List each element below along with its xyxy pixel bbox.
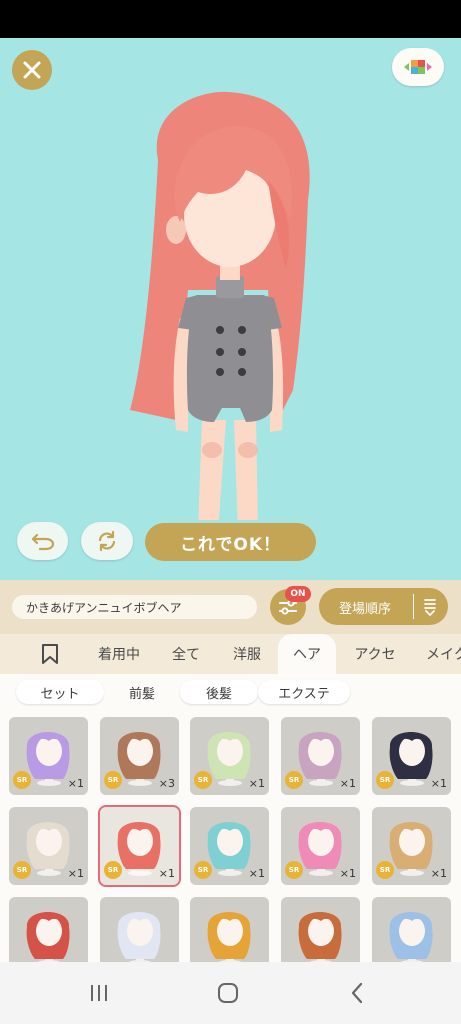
hair-item-card[interactable] bbox=[190, 897, 269, 962]
item-quantity: ×1 bbox=[67, 777, 84, 790]
item-quantity: ×3 bbox=[158, 777, 175, 790]
back-button[interactable] bbox=[342, 980, 372, 1006]
rarity-badge: SR bbox=[194, 861, 212, 879]
hair-item-card[interactable]: SR ×1 bbox=[372, 717, 451, 795]
close-button[interactable] bbox=[12, 50, 52, 90]
avatar-character bbox=[130, 91, 310, 520]
hair-item-card[interactable]: SR ×1 bbox=[372, 807, 451, 885]
hair-item-card[interactable]: SR ×1 bbox=[190, 807, 269, 885]
tab-wearing[interactable]: 着用中 bbox=[90, 634, 148, 674]
refresh-icon bbox=[98, 530, 116, 552]
hair-item-card[interactable]: SR ×1 bbox=[98, 805, 181, 887]
undo-icon bbox=[31, 533, 54, 551]
hair-item-card[interactable]: SR ×1 bbox=[9, 807, 88, 885]
android-nav-bar bbox=[0, 962, 461, 1024]
home-icon bbox=[218, 983, 238, 1003]
sort-label: 登場順序 bbox=[339, 602, 392, 617]
sort-order-button[interactable]: 登場順序 bbox=[319, 588, 448, 625]
hair-item-thumbnail bbox=[389, 912, 433, 962]
subtab-extensions[interactable]: エクステ bbox=[258, 680, 350, 704]
close-icon bbox=[23, 61, 41, 79]
hair-item-card[interactable]: SR ×3 bbox=[100, 717, 179, 795]
tab-accessories[interactable]: アクセ bbox=[344, 634, 406, 674]
hair-item-thumbnail bbox=[207, 912, 251, 962]
item-quantity: ×1 bbox=[430, 867, 447, 880]
hair-item-card[interactable] bbox=[372, 897, 451, 962]
back-icon bbox=[351, 982, 363, 1004]
hair-item-card[interactable]: SR ×1 bbox=[9, 717, 88, 795]
tab-makeup-label: メイク bbox=[426, 647, 461, 663]
tab-makeup[interactable]: メイク bbox=[414, 634, 461, 674]
category-tabs: 着用中 全て 洋服 ヘア アクセ メイク bbox=[0, 634, 461, 674]
item-quantity: ×1 bbox=[339, 777, 356, 790]
subtab-bangs[interactable]: 前髪 bbox=[104, 680, 180, 704]
rarity-badge: SR bbox=[104, 861, 122, 879]
tab-hair[interactable]: ヘア bbox=[278, 634, 336, 674]
item-quantity: ×1 bbox=[158, 867, 175, 880]
tab-bookmark[interactable] bbox=[30, 634, 70, 674]
item-name-field: かきあげアンニュイボブヘア bbox=[12, 595, 257, 619]
item-quantity: ×1 bbox=[339, 867, 356, 880]
palette-icon bbox=[404, 60, 432, 74]
status-bar bbox=[0, 0, 461, 38]
item-quantity: ×1 bbox=[248, 777, 265, 790]
tab-clothes[interactable]: 洋服 bbox=[222, 634, 272, 674]
color-palette-button[interactable] bbox=[392, 48, 444, 86]
hair-item-card[interactable]: SR ×1 bbox=[281, 717, 360, 795]
home-button[interactable] bbox=[213, 980, 243, 1006]
rarity-badge: SR bbox=[285, 861, 303, 879]
hair-item-card[interactable] bbox=[281, 897, 360, 962]
rarity-badge: SR bbox=[285, 771, 303, 789]
subtab-set[interactable]: セット bbox=[16, 680, 104, 704]
rarity-badge: SR bbox=[13, 771, 31, 789]
item-grid: SR ×1 SR ×3 SR ×1 SR ×1 SR ×1 SR ×1 SR ×1 SR ×1 SR ×1 SR ×1 bbox=[0, 710, 461, 962]
hair-item-thumbnail bbox=[117, 912, 161, 962]
item-quantity: ×1 bbox=[67, 867, 84, 880]
hair-item-card[interactable] bbox=[100, 897, 179, 962]
undo-button[interactable] bbox=[17, 522, 68, 560]
rarity-badge: SR bbox=[13, 861, 31, 879]
hair-subtabs: セット 前髪 後髪 エクステ bbox=[0, 674, 461, 710]
item-quantity: ×1 bbox=[248, 867, 265, 880]
avatar-stage: これでOK！ bbox=[0, 38, 461, 580]
confirm-ok-button[interactable]: これでOK！ bbox=[145, 523, 316, 561]
rarity-badge: SR bbox=[376, 861, 394, 879]
rarity-badge: SR bbox=[104, 771, 122, 789]
item-quantity: ×1 bbox=[430, 777, 447, 790]
recent-apps-icon bbox=[91, 985, 107, 1001]
subtab-back-hair[interactable]: 後髪 bbox=[180, 680, 258, 704]
hair-item-card[interactable] bbox=[9, 897, 88, 962]
recent-apps-button[interactable] bbox=[84, 980, 114, 1006]
sort-divider bbox=[413, 594, 414, 619]
sort-direction-icon bbox=[424, 599, 436, 616]
hair-item-card[interactable]: SR ×1 bbox=[281, 807, 360, 885]
bookmark-icon bbox=[42, 644, 58, 664]
filter-bar: かきあげアンニュイボブヘア ON 登場順序 bbox=[0, 580, 461, 634]
refresh-button[interactable] bbox=[81, 522, 133, 560]
filter-on-badge: ON bbox=[285, 586, 311, 602]
rarity-badge: SR bbox=[194, 771, 212, 789]
rarity-badge: SR bbox=[376, 771, 394, 789]
tab-all[interactable]: 全て bbox=[162, 634, 210, 674]
hair-item-card[interactable]: SR ×1 bbox=[190, 717, 269, 795]
hair-item-thumbnail bbox=[298, 912, 342, 962]
hair-item-thumbnail bbox=[26, 912, 70, 962]
